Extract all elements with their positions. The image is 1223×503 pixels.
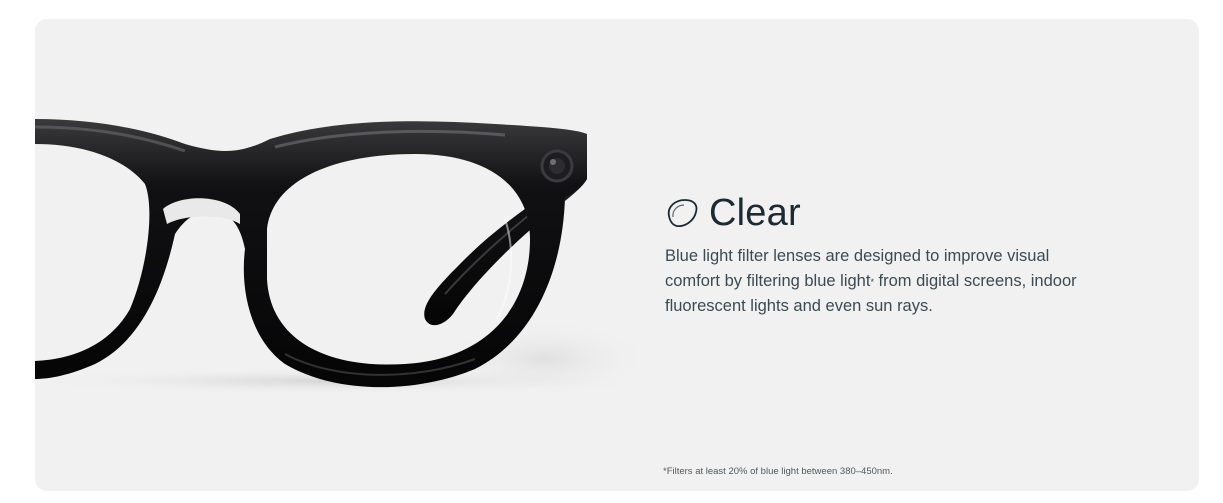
footnote: *Filters at least 20% of blue light betw… <box>663 466 893 477</box>
footnote-marker: * <box>870 277 874 287</box>
title-row: Clear <box>665 191 1105 235</box>
lens-description-block: Clear Blue light filter lenses are desig… <box>665 191 1105 319</box>
lens-description: Blue light filter lenses are designed to… <box>665 244 1095 319</box>
lens-feature-card: Clear Blue light filter lenses are desig… <box>35 19 1199 491</box>
lens-title: Clear <box>709 192 801 234</box>
glasses-product-image <box>35 119 655 399</box>
page: Clear Blue light filter lenses are desig… <box>0 0 1223 503</box>
lens-icon <box>667 199 698 227</box>
